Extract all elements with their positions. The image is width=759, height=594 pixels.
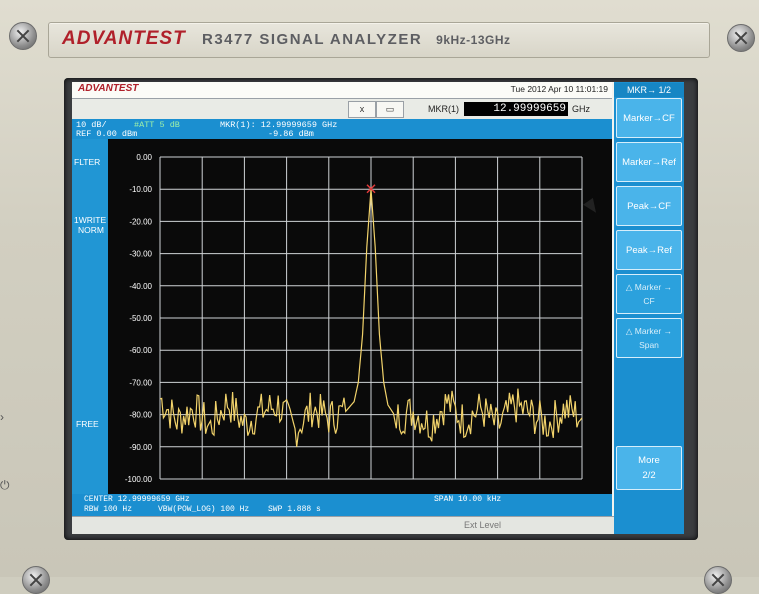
y-tick-label: -80.00 (129, 411, 152, 420)
screen-toolbar: x ▭ MKR(1) 12.99999659 GHz (72, 99, 612, 119)
plot-area: 0.00 -10.00 -20.00 -30.00 -40.00 -50.00 -60.00… (108, 139, 612, 494)
instrument-brand: ADVANTEST (62, 28, 186, 49)
center-frequency-readout: CENTER 12.99999659 GHz (84, 495, 190, 504)
softkey-label: △ Marker → (625, 326, 673, 336)
softkey-delta-marker-to-cf[interactable]: △ Marker → CF (616, 274, 682, 314)
softkey-more-label: More (638, 455, 660, 466)
filter-label: FLTER (74, 157, 101, 167)
softkey-more-page: 2/2 (642, 470, 656, 481)
softkey-marker-to-cf[interactable]: Marker→CF (616, 98, 682, 138)
analyzer-screen: ADVANTEST Tue 2012 Apr 10 11:01:19 x ▭ M… (72, 82, 684, 534)
status-tag: Ext Level (464, 520, 502, 530)
y-tick-label: -90.00 (129, 443, 152, 452)
softkey-peak-to-ref[interactable]: Peak→Ref (616, 230, 682, 270)
marker-entry-field[interactable]: 12.99999659 (464, 102, 568, 116)
free-run-label: FREE (76, 419, 99, 429)
screw-bottom-left-icon (22, 566, 50, 594)
softkey-label: Peak→Ref (626, 244, 672, 256)
trace-detector-label: NORM (78, 225, 104, 235)
y-tick-label: -30.00 (129, 250, 152, 259)
y-tick-label: -50.00 (129, 314, 152, 323)
trace-footer: CENTER 12.99999659 GHz SPAN 10.00 kHz RB… (72, 494, 612, 516)
screw-top-right-icon (727, 24, 755, 52)
trace-mode-label: 1WRITE (74, 215, 107, 225)
y-tick-label: -20.00 (129, 217, 152, 226)
power-icon[interactable]: ⏻ (0, 478, 10, 493)
softkey-sublabel: Span (639, 340, 659, 350)
softkey-label: Marker→Ref (622, 156, 676, 168)
span-readout: SPAN 10.00 kHz (434, 495, 502, 504)
y-tick-label: -70.00 (129, 378, 152, 387)
marker-entry-label: MKR(1) (428, 104, 459, 114)
marker-entry-unit: GHz (572, 104, 590, 114)
close-button[interactable]: x (348, 101, 376, 118)
softkey-menu-title: MKR→ 1/2 (614, 83, 684, 97)
y-tick-label: 0.00 (136, 153, 152, 162)
y-tick-label: -10.00 (129, 185, 152, 194)
ref-level-readout: REF 0.00 dBm (76, 129, 138, 139)
softkey-label: △ Marker → (625, 282, 673, 292)
trace-header: 10 dB/ REF 0.00 dBm #ATT 5 dB MKR(1): 12… (72, 119, 612, 139)
attenuation-readout: #ATT 5 dB (134, 120, 180, 130)
instrument-model: R3477 SIGNAL ANALYZER 9kHz-13GHz (202, 31, 511, 48)
datetime: Tue 2012 Apr 10 11:01:19 (510, 84, 608, 94)
softkey-more[interactable]: More 2/2 (616, 446, 682, 490)
spectrum-chart: 0.00 -10.00 -20.00 -30.00 -40.00 -50.00 -60.00… (125, 153, 583, 484)
trace-info-column: FLTER 1WRITE NORM FREE (72, 139, 108, 494)
rbw-readout: RBW 100 Hz (84, 505, 133, 514)
sweep-time-readout: SWP 1.888 s (268, 505, 321, 514)
softkey-label: Peak→CF (627, 200, 671, 212)
softkey-delta-marker-to-span[interactable]: △ Marker → Span (616, 318, 682, 358)
side-arrow-icon: › (0, 410, 4, 424)
instrument-range: 9kHz-13GHz (436, 33, 511, 47)
y-tick-label: -100.00 (125, 475, 153, 484)
screw-bottom-right-icon (704, 566, 732, 594)
y-tick-label: -40.00 (129, 282, 152, 291)
window-button[interactable]: ▭ (376, 101, 404, 118)
softkey-marker-to-ref[interactable]: Marker→Ref (616, 142, 682, 182)
softkey-panel: MKR→ 1/2 Marker→CF Marker→Ref Peak→CF Pe… (614, 82, 684, 534)
screw-top-left-icon (9, 22, 37, 50)
marker-level-readout: -9.86 dBm (268, 129, 314, 139)
instrument-model-name: R3477 SIGNAL ANALYZER (202, 31, 423, 48)
status-bar: Ext Level (72, 516, 684, 534)
softkey-label: Marker→CF (623, 112, 675, 124)
softkey-sublabel: CF (643, 296, 655, 306)
y-tick-label: -60.00 (129, 346, 152, 355)
screen-topbar: ADVANTEST Tue 2012 Apr 10 11:01:19 (72, 82, 612, 99)
screen-brand: ADVANTEST (78, 83, 139, 94)
vbw-readout: VBW(POW_LOG) 100 Hz (158, 505, 250, 514)
softkey-peak-to-cf[interactable]: Peak→CF (616, 186, 682, 226)
